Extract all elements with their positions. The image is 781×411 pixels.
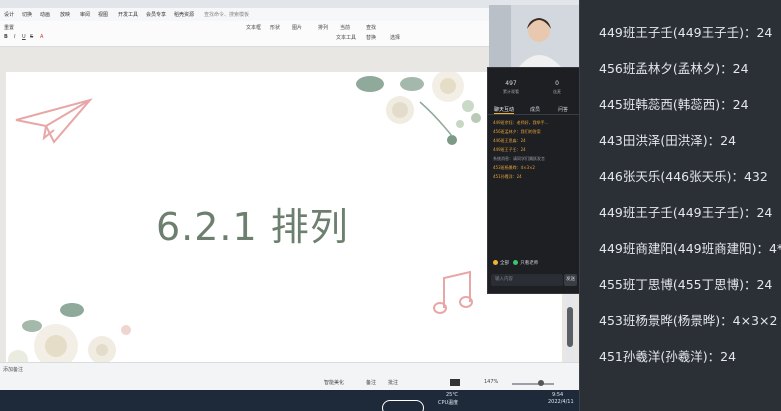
chat-message: 453班杨景晔：4×3×2	[493, 165, 535, 170]
chat-list-item: 451孙羲洋(孙羲洋)：24	[599, 349, 737, 364]
chat-list-item: 449班王子壬(449王子壬)：24	[599, 205, 773, 220]
menu-devtools[interactable]: 开发工具	[118, 11, 138, 18]
smart-beautify-button[interactable]: 智能美化	[324, 379, 344, 386]
reset-button[interactable]: 重置	[4, 24, 14, 31]
replace-button[interactable]: 替换	[366, 34, 376, 41]
teacher-avatar	[489, 5, 579, 67]
chat-list-item: 455班丁思博(455丁思博)：24	[599, 277, 773, 292]
chat-message: 449班余钰：老师好，我举手…	[493, 120, 549, 125]
menu-docer[interactable]: 稻壳资源	[174, 11, 194, 18]
chat-system-message: 系统消息：请同学们踊跃发言	[493, 156, 545, 161]
menu-design[interactable]: 设计	[4, 11, 14, 18]
textbox-button[interactable]: 文本框	[246, 24, 261, 31]
taskbar: 25℃ CPU温度 9:54 2022/4/11	[0, 390, 579, 411]
cpu-temp-text: CPU温度	[438, 400, 459, 406]
menu-slideshow[interactable]: 放映	[60, 11, 70, 18]
floral-decoration-top	[356, 72, 481, 145]
clock-date: 2022/4/11	[548, 399, 574, 405]
menu-transition[interactable]: 切换	[22, 11, 32, 18]
status-bar: 智能美化 备注 批注 147%	[0, 376, 579, 390]
menu-view[interactable]: 视图	[98, 11, 108, 18]
menu-member[interactable]: 会员专享	[146, 11, 166, 18]
find-button[interactable]: 查找	[366, 24, 376, 31]
filter-all[interactable]: 全部	[500, 261, 509, 266]
menu-animation[interactable]: 动画	[40, 11, 50, 18]
zoom-slider[interactable]	[512, 383, 554, 385]
chat-list-item: 456班孟林夕(孟林夕)：24	[599, 61, 749, 76]
comments-button[interactable]: 批注	[388, 379, 398, 386]
tab-qa[interactable]: 问答	[558, 106, 568, 113]
select-button[interactable]: 选择	[390, 34, 400, 41]
menu-review[interactable]: 审阅	[80, 11, 90, 18]
scrollbar-thumb[interactable]	[567, 307, 573, 347]
zoom-level[interactable]: 147%	[484, 379, 498, 385]
zoom-slider-knob[interactable]	[538, 380, 544, 386]
taskbar-pill[interactable]	[382, 400, 424, 411]
floral-decoration-bottom	[8, 303, 131, 367]
meeting-chat: 449班余钰：老师好，我举手… 456班孟林夕：我们的答案 446班王思淼：24…	[493, 120, 577, 248]
arrange-button[interactable]: 排列	[318, 24, 328, 31]
current-button[interactable]: 当前	[340, 24, 350, 31]
chat-message: 446班王思淼：24	[493, 138, 526, 143]
tab-chat[interactable]: 聊天互动	[494, 106, 515, 114]
menu-bar: 设计 切换 动画 放映 审阅 视图 开发工具 会员专享 稻壳资源 查找命令、搜索…	[0, 8, 490, 21]
sidebar-divider	[579, 0, 580, 411]
meeting-panel: 497 累计观看 0 连麦 聊天互动 成员 问答 449班余钰：老师好，我举手……	[487, 67, 579, 294]
music-note-icon	[433, 270, 473, 314]
underline-button[interactable]: U	[22, 34, 26, 40]
weather-text: 25℃	[446, 392, 458, 398]
send-button[interactable]: 发送	[564, 274, 577, 286]
chat-list-item: 453班杨景晔(杨景晔)：4×3×2	[599, 313, 778, 328]
bold-button[interactable]: B	[4, 34, 8, 40]
tab-members[interactable]: 成员	[530, 106, 540, 113]
command-search[interactable]: 查找命令、搜索模板	[204, 11, 249, 18]
paper-plane-icon	[15, 98, 93, 144]
chat-list-item: 443田洪泽(田洪泽)：24	[599, 133, 737, 148]
filter-teacher[interactable]: 只看老师	[520, 261, 538, 266]
chat-input[interactable]: 输入内容	[491, 274, 563, 286]
notes-button[interactable]: 备注	[366, 379, 376, 386]
picture-button[interactable]: 图片	[292, 24, 302, 31]
notes-bar: 添加备注	[0, 362, 579, 377]
strike-button[interactable]: S	[30, 34, 33, 40]
font-color-button[interactable]: A	[40, 34, 43, 40]
chat-message: 451孙羲洋：24	[493, 174, 522, 179]
chat-filter: 全部 只看老师	[493, 260, 538, 266]
play-icon[interactable]	[450, 379, 460, 386]
meeting-stats: 497 累计观看 0 连麦	[488, 80, 579, 100]
teacher-video	[489, 5, 579, 67]
chat-list-item: 449班商建阳(449班商建阳)：4*3*2	[599, 241, 781, 256]
screen-share-area: 设计 切换 动画 放映 审阅 视图 开发工具 会员专享 稻壳资源 查找命令、搜索…	[0, 0, 579, 411]
slide-title: 6.2.1 排列	[156, 205, 349, 249]
stat-views: 497 累计观看	[503, 80, 519, 94]
meeting-tabs: 聊天互动 成员 问答	[488, 104, 579, 115]
text-tools-button[interactable]: 文本工具	[336, 34, 356, 41]
filter-all-icon	[493, 260, 498, 265]
ribbon-toolbar: 重置 文本框 形状 图片 排列 当前 查找 B I U S A 文本工具 替换 …	[0, 21, 490, 47]
chat-list-item: 446张天乐(446张天乐)：432	[599, 169, 768, 184]
chat-list-item: 449班王子壬(449王子壬)：24	[599, 25, 773, 40]
clock-time: 9:54	[552, 392, 564, 398]
add-notes-label[interactable]: 添加备注	[3, 366, 23, 373]
italic-button[interactable]: I	[14, 34, 15, 40]
chat-list-item: 445班韩蕊西(韩蕊西)：24	[599, 97, 749, 112]
stat-mic: 0 连麦	[553, 80, 561, 94]
shape-button[interactable]: 形状	[270, 24, 280, 31]
slide-canvas[interactable]: 6.2.1 排列	[6, 72, 562, 375]
chat-message: 449班王子壬：24	[493, 147, 526, 152]
chat-sidebar: 449班王子壬(449王子壬)：24 456班孟林夕(孟林夕)：24 445班韩…	[579, 0, 781, 411]
filter-teacher-icon	[513, 260, 519, 265]
chat-message: 456班孟林夕：我们的答案	[493, 129, 541, 134]
